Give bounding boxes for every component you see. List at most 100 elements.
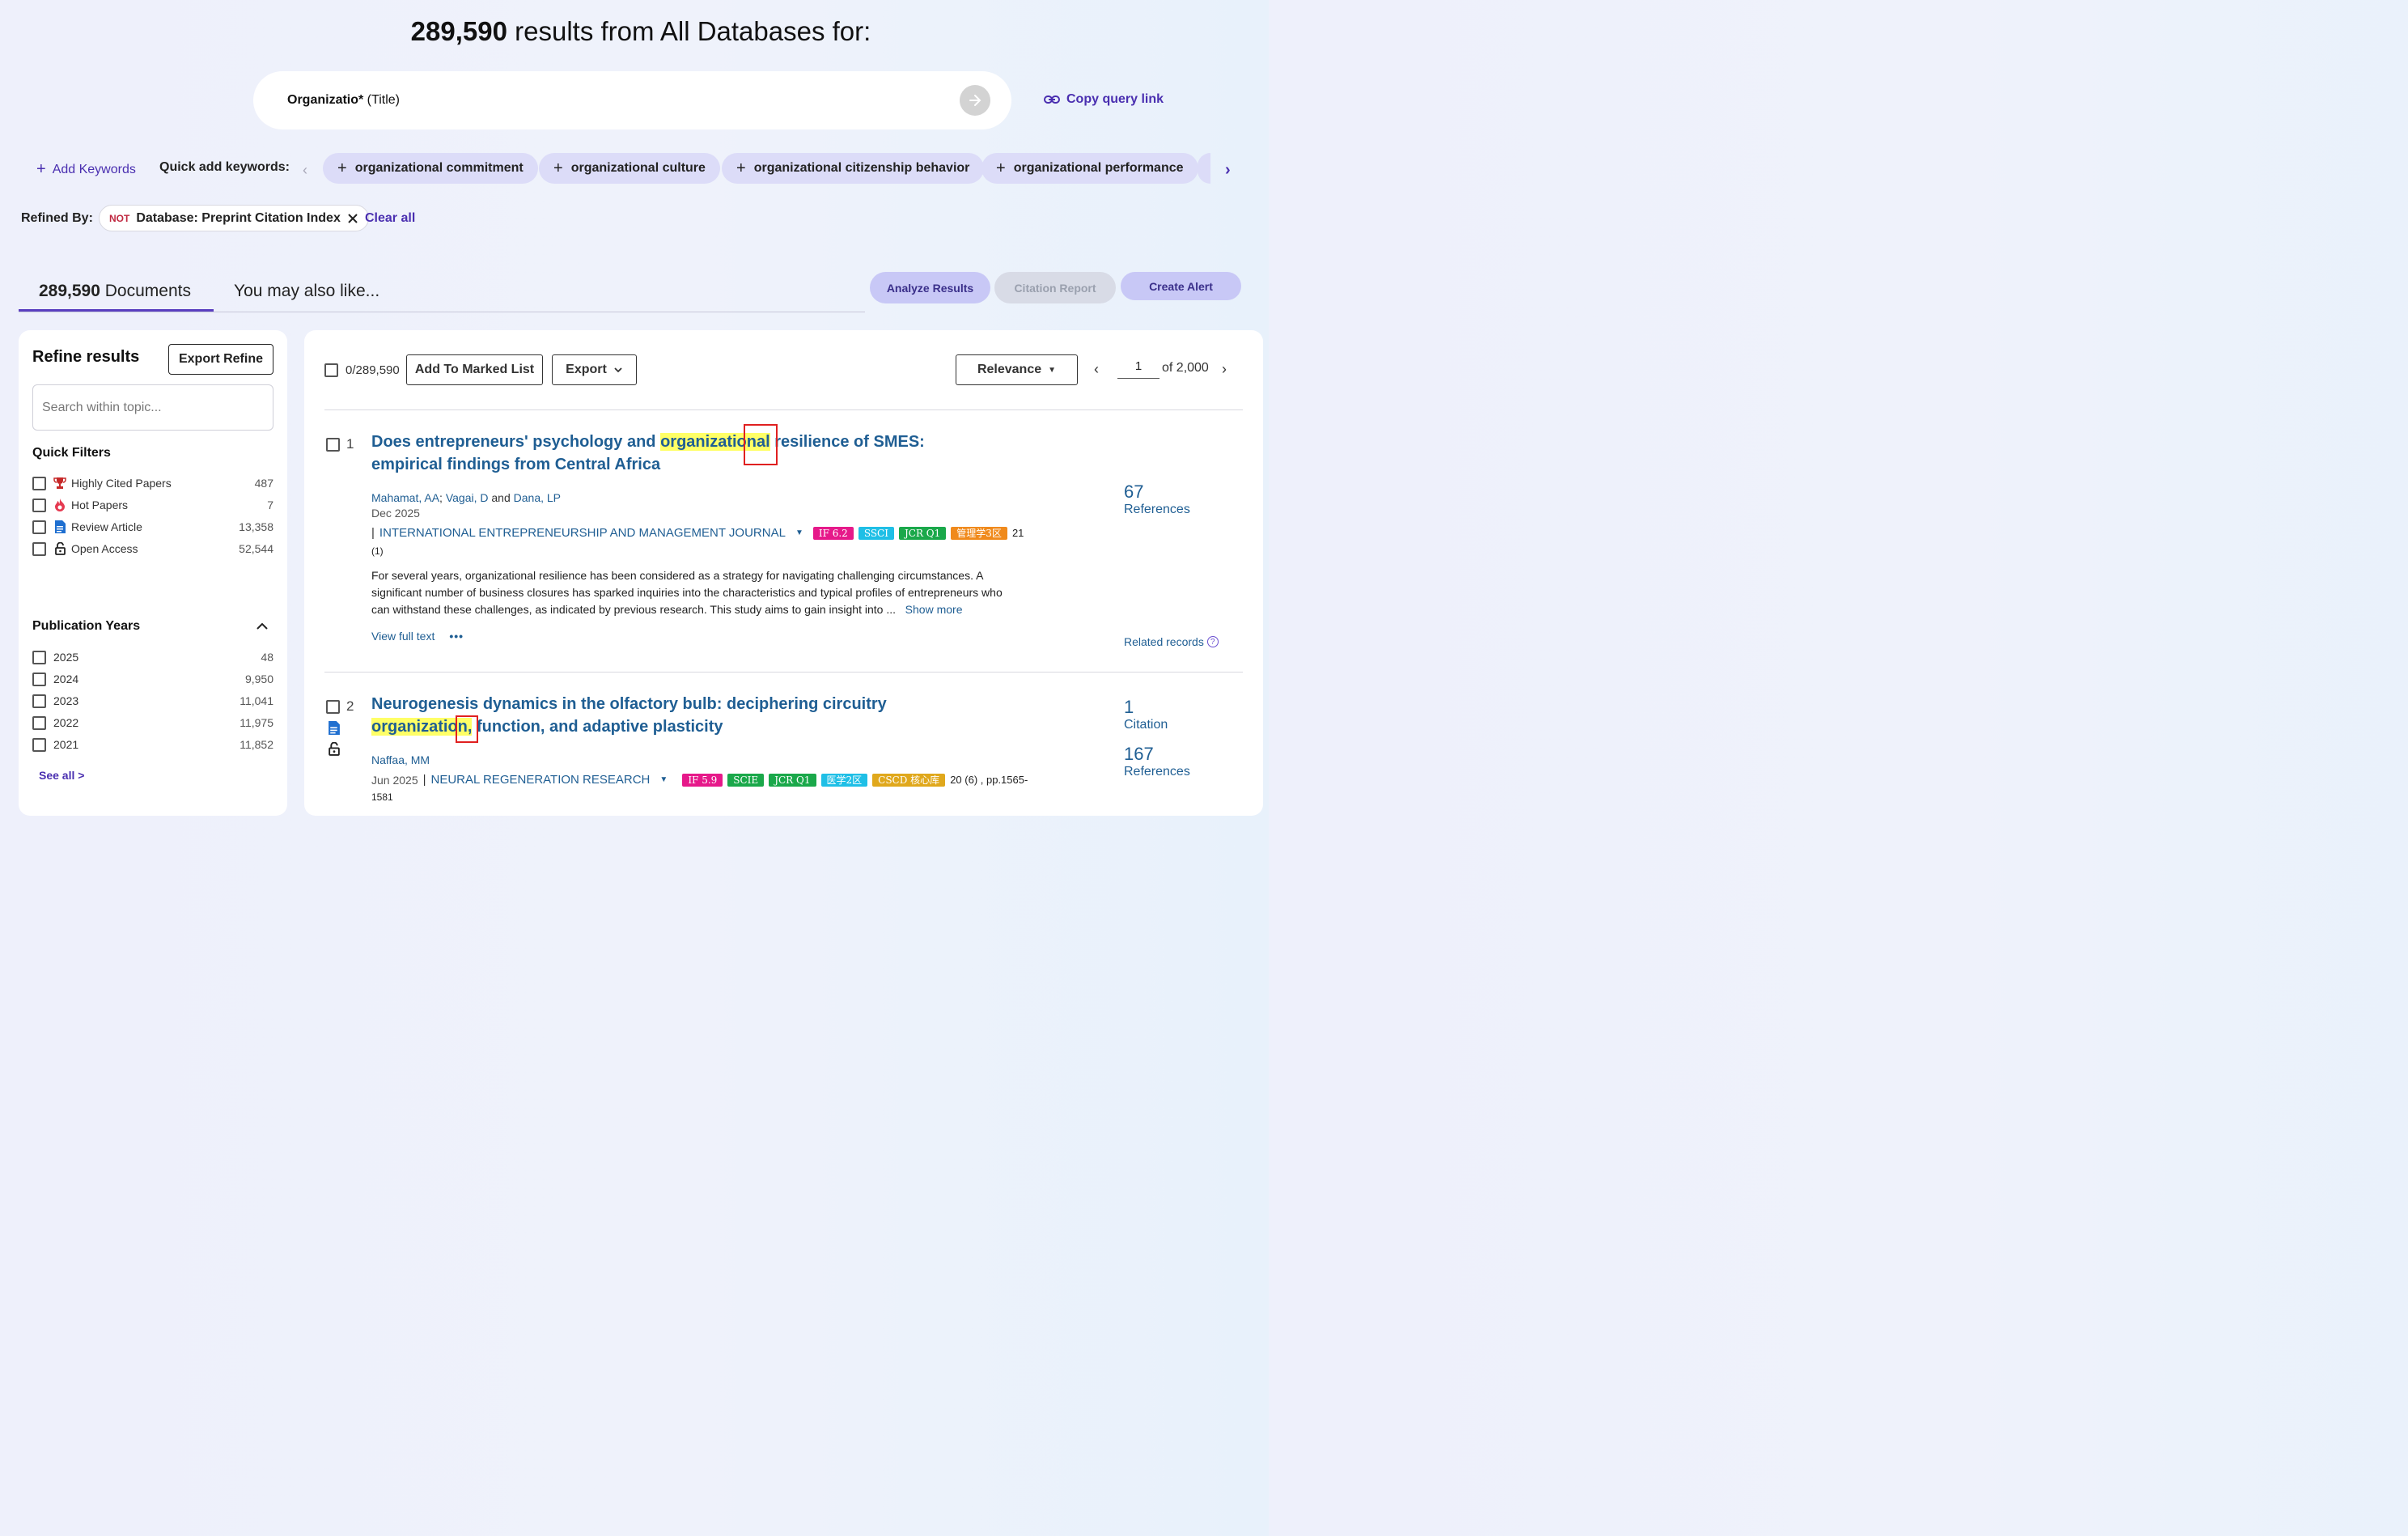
related-records-link[interactable]: Related records? xyxy=(1124,635,1219,648)
record-issue: (1) xyxy=(371,545,384,557)
chevron-up-icon[interactable] xyxy=(256,620,269,634)
record-checkbox[interactable] xyxy=(326,700,340,714)
separator: | xyxy=(422,773,426,787)
caret-down-icon[interactable]: ▼ xyxy=(659,775,668,784)
citations-metric[interactable]: 1 Citation xyxy=(1124,697,1168,732)
journal-link[interactable]: NEURAL REGENERATION RESEARCH xyxy=(431,773,651,787)
query-box[interactable]: Organizatio* (Title) xyxy=(253,71,1011,129)
references-metric[interactable]: 167 References xyxy=(1124,744,1190,779)
filter-open-access[interactable]: Open Access 52,544 xyxy=(32,541,273,557)
export-button[interactable]: Export xyxy=(552,354,637,385)
create-alert-button[interactable]: Create Alert xyxy=(1121,272,1241,300)
author-link[interactable]: Naffaa, MM xyxy=(371,753,430,766)
not-tag: NOT xyxy=(109,212,130,224)
export-refine-button[interactable]: Export Refine xyxy=(168,344,273,375)
record-date: Dec 2025 xyxy=(371,507,420,520)
year-label: 2025 xyxy=(53,651,79,664)
year-label: 2021 xyxy=(53,738,79,751)
help-icon[interactable]: ? xyxy=(1206,636,1219,647)
chevron-left-icon[interactable]: ‹ xyxy=(303,162,307,179)
author-separator: and xyxy=(488,491,514,504)
plus-icon: + xyxy=(996,159,1006,177)
filter-year[interactable]: 2023 11,041 xyxy=(32,693,273,709)
add-to-marked-list-button[interactable]: Add To Marked List xyxy=(406,354,543,385)
checkbox[interactable] xyxy=(32,694,46,708)
keyword-chip-label: organizational citizenship behavior xyxy=(753,161,970,175)
keyword-chip[interactable]: + organizational culture xyxy=(539,153,720,184)
more-options-icon[interactable]: ••• xyxy=(449,630,464,643)
year-count: 11,852 xyxy=(240,738,273,751)
close-icon[interactable] xyxy=(347,213,358,224)
year-count: 11,975 xyxy=(240,716,273,729)
badge-category: 管理学3区 xyxy=(951,526,1007,540)
author-link[interactable]: Mahamat, AA xyxy=(371,491,439,504)
checkbox[interactable] xyxy=(32,541,46,556)
caret-down-icon[interactable]: ▼ xyxy=(795,528,803,537)
checkbox[interactable] xyxy=(32,498,46,512)
show-more-link[interactable]: Show more xyxy=(905,603,963,616)
checkbox[interactable] xyxy=(32,520,46,534)
references-metric[interactable]: 67 References xyxy=(1124,482,1190,517)
filter-year[interactable]: 2021 11,852 xyxy=(32,736,273,753)
link-icon xyxy=(1044,95,1060,104)
see-all-years-link[interactable]: See all > xyxy=(39,769,84,782)
filter-count: 52,544 xyxy=(239,542,273,555)
results-headline: 289,590 results from All Databases for: xyxy=(0,16,1282,47)
filter-count: 13,358 xyxy=(239,520,273,533)
badge-jcr: JCR Q1 xyxy=(898,526,947,540)
page-total: of 2,000 xyxy=(1162,361,1209,375)
next-page-icon[interactable]: › xyxy=(1222,361,1227,378)
quick-filters-title: Quick Filters xyxy=(32,446,111,460)
filter-year[interactable]: 2022 11,975 xyxy=(32,715,273,731)
title-text: Neurogenesis dynamics in the olfactory b… xyxy=(371,695,887,713)
refined-by-label: Refined By: xyxy=(21,211,93,225)
filter-year[interactable]: 2025 48 xyxy=(32,649,273,665)
publication-years-title: Publication Years xyxy=(32,619,141,633)
plus-icon: + xyxy=(337,159,347,177)
filter-review-article[interactable]: Review Article 13,358 xyxy=(32,519,273,535)
references-count: 167 xyxy=(1124,744,1154,764)
title-text: function, and adaptive plasticity xyxy=(472,718,723,736)
checkbox[interactable] xyxy=(32,672,46,686)
record-links: View full text ••• xyxy=(371,630,464,643)
author-link[interactable]: Dana, LP xyxy=(514,491,561,504)
select-all-checkbox[interactable] xyxy=(324,363,338,377)
record-title[interactable]: Does entrepreneurs' psychology and organ… xyxy=(371,424,986,476)
keyword-chip[interactable]: + organizational commitment xyxy=(323,153,538,184)
page-input[interactable]: 1 xyxy=(1117,359,1159,379)
search-submit-button[interactable] xyxy=(960,85,990,116)
clear-all-link[interactable]: Clear all xyxy=(365,211,415,226)
analyze-results-button[interactable]: Analyze Results xyxy=(870,272,990,303)
citation-report-button[interactable]: Citation Report xyxy=(994,272,1116,303)
add-keywords-button[interactable]: + Add Keywords xyxy=(36,160,136,179)
filter-count: 487 xyxy=(254,477,273,490)
record-title[interactable]: Neurogenesis dynamics in the olfactory b… xyxy=(371,693,986,743)
keyword-chip-partial[interactable] xyxy=(1198,153,1210,184)
record-journal-line: | INTERNATIONAL ENTREPRENEURSHIP AND MAN… xyxy=(371,526,1024,540)
filter-year[interactable]: 2024 9,950 xyxy=(32,671,273,687)
query-term: Organizatio* xyxy=(287,93,364,107)
chevron-right-icon[interactable]: › xyxy=(1225,161,1231,180)
filter-hot-papers[interactable]: Hot Papers 7 xyxy=(32,497,273,513)
tab-you-may-also-like[interactable]: You may also like... xyxy=(234,282,379,301)
author-link[interactable]: Vagai, D xyxy=(446,491,489,504)
divider xyxy=(324,409,1243,410)
tab-documents[interactable]: 289,590 Documents xyxy=(39,282,191,301)
checkbox[interactable] xyxy=(32,715,46,730)
keyword-chip[interactable]: + organizational performance xyxy=(981,153,1198,184)
copy-query-link[interactable]: Copy query link xyxy=(1044,92,1164,107)
checkbox[interactable] xyxy=(32,737,46,752)
sort-select[interactable]: Relevance ▼ xyxy=(956,354,1078,385)
checkbox[interactable] xyxy=(32,476,46,490)
previous-page-icon[interactable]: ‹ xyxy=(1094,361,1099,378)
keyword-chip[interactable]: + organizational citizenship behavior xyxy=(722,153,985,184)
filter-highly-cited[interactable]: Highly Cited Papers 487 xyxy=(32,475,273,491)
badge-index: SSCI xyxy=(858,526,894,540)
plus-icon: + xyxy=(553,159,563,177)
query-field: (Title) xyxy=(363,93,400,107)
journal-link[interactable]: INTERNATIONAL ENTREPRENEURSHIP AND MANAG… xyxy=(379,526,786,540)
record-checkbox[interactable] xyxy=(326,438,340,452)
search-within-topic-input[interactable]: Search within topic... xyxy=(32,384,273,431)
checkbox[interactable] xyxy=(32,650,46,664)
view-full-text-link[interactable]: View full text xyxy=(371,630,435,643)
